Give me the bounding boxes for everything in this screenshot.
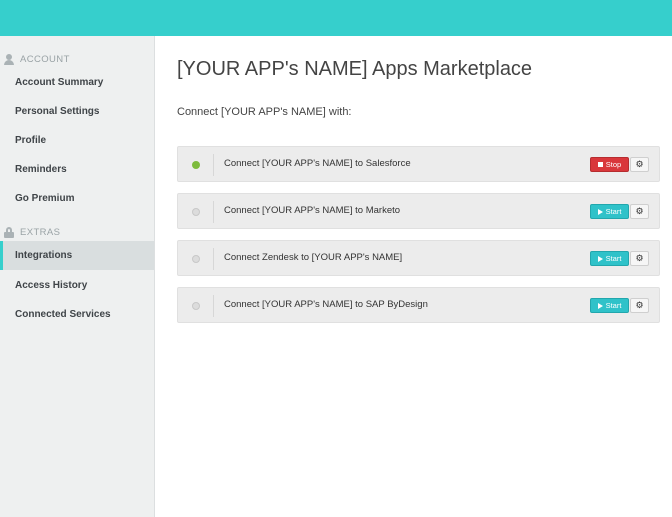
status-indicator	[192, 302, 200, 310]
integration-label: Connect [YOUR APP's NAME] to Salesforce	[224, 158, 411, 169]
sidebar-item-go-premium[interactable]: Go Premium	[0, 184, 154, 213]
gear-icon: ⚙	[635, 159, 644, 169]
start-button-label: Start	[605, 301, 622, 310]
gear-icon: ⚙	[635, 300, 644, 310]
integration-card: Connect [YOUR APP's NAME] to SAP ByDesig…	[177, 287, 660, 323]
start-button-label: Start	[605, 254, 622, 263]
extras-section-label: EXTRAS	[20, 226, 61, 238]
user-icon	[4, 53, 14, 65]
start-button-label: Start	[605, 207, 622, 216]
status-indicator	[192, 208, 200, 216]
page-subtitle: Connect [YOUR APP's NAME] with:	[177, 106, 352, 118]
divider	[213, 154, 214, 176]
top-bar	[0, 0, 672, 36]
sidebar: ACCOUNT Account Summary Personal Setting…	[0, 36, 155, 517]
integration-label: Connect Zendesk to [YOUR APP's NAME]	[224, 252, 403, 263]
status-indicator	[192, 161, 200, 169]
integration-card: Connect [YOUR APP's NAME] to Marketo Sta…	[177, 193, 660, 229]
sidebar-item-reminders[interactable]: Reminders	[0, 155, 154, 184]
start-button[interactable]: Start	[590, 298, 629, 313]
integration-card: Connect Zendesk to [YOUR APP's NAME] Sta…	[177, 240, 660, 276]
sidebar-item-connected-services[interactable]: Connected Services	[0, 300, 154, 329]
lock-icon	[4, 226, 14, 238]
start-button[interactable]: Start	[590, 204, 629, 219]
settings-button[interactable]: ⚙	[630, 157, 649, 172]
integration-label: Connect [YOUR APP's NAME] to SAP ByDesig…	[224, 299, 428, 310]
sidebar-item-integrations[interactable]: Integrations	[0, 241, 154, 270]
stop-button[interactable]: Stop	[590, 157, 629, 172]
account-section-label: ACCOUNT	[20, 53, 70, 65]
play-icon	[597, 302, 603, 309]
settings-button[interactable]: ⚙	[630, 204, 649, 219]
integration-card: Connect [YOUR APP's NAME] to Salesforce …	[177, 146, 660, 182]
play-icon	[597, 208, 603, 215]
divider	[213, 201, 214, 223]
divider	[213, 248, 214, 270]
sidebar-item-profile[interactable]: Profile	[0, 126, 154, 155]
settings-button[interactable]: ⚙	[630, 298, 649, 313]
extras-section-header: EXTRAS	[4, 225, 60, 239]
divider	[213, 295, 214, 317]
gear-icon: ⚙	[635, 253, 644, 263]
sidebar-item-access-history[interactable]: Access History	[0, 271, 154, 300]
sidebar-item-personal-settings[interactable]: Personal Settings	[0, 97, 154, 126]
sidebar-item-account-summary[interactable]: Account Summary	[0, 68, 154, 97]
play-icon	[597, 255, 603, 262]
account-section-header: ACCOUNT	[4, 52, 70, 66]
status-indicator	[192, 255, 200, 263]
settings-button[interactable]: ⚙	[630, 251, 649, 266]
stop-icon	[597, 162, 603, 167]
integration-label: Connect [YOUR APP's NAME] to Marketo	[224, 205, 401, 216]
stop-button-label: Stop	[605, 160, 622, 169]
gear-icon: ⚙	[635, 206, 644, 216]
page-title: [YOUR APP's NAME] Apps Marketplace	[177, 58, 533, 80]
start-button[interactable]: Start	[590, 251, 629, 266]
